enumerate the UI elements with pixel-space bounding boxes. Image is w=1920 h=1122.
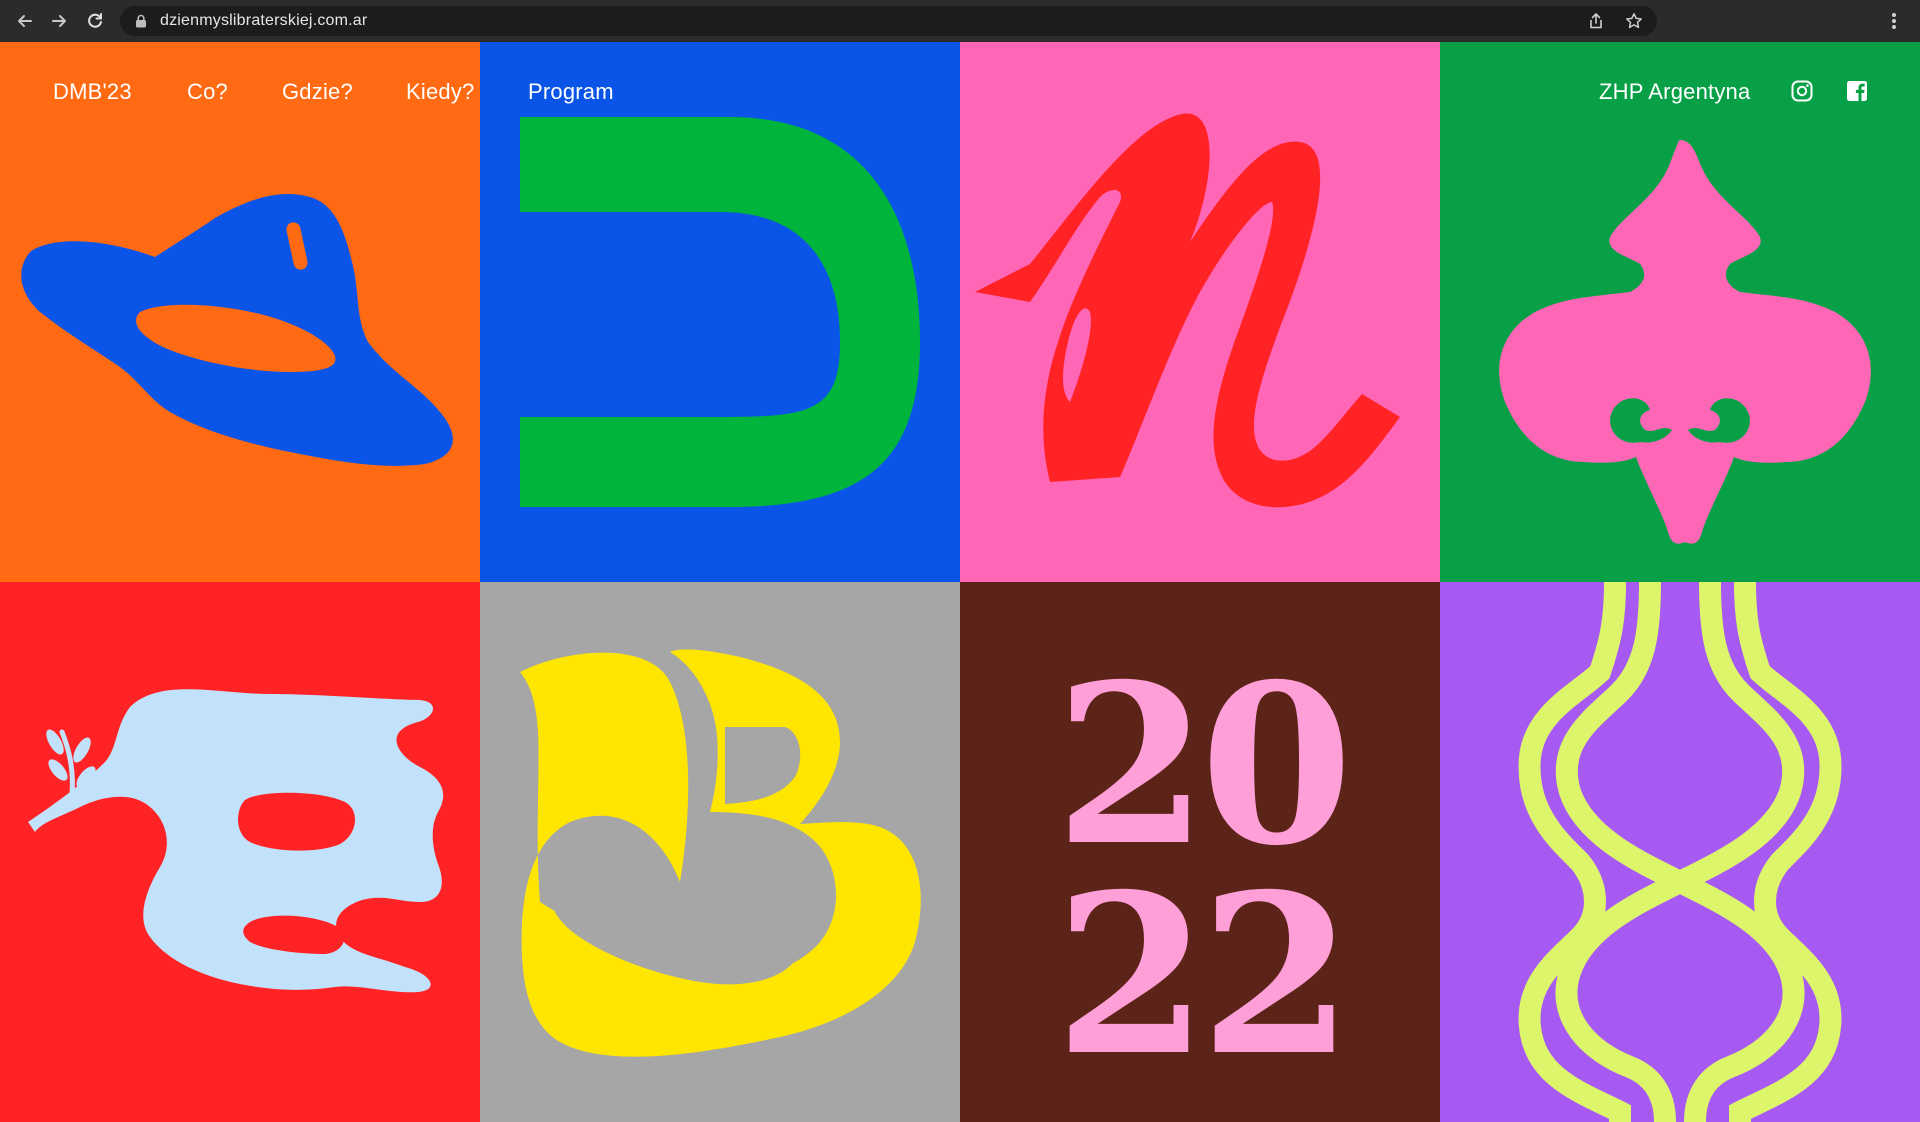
nav-link-what[interactable]: Co? bbox=[187, 79, 228, 105]
tile-dove bbox=[0, 582, 480, 1122]
instagram-icon[interactable] bbox=[1790, 79, 1814, 103]
scout-hat-icon bbox=[21, 193, 453, 466]
star-icon[interactable] bbox=[1625, 12, 1643, 30]
arrow-right-icon[interactable] bbox=[44, 6, 74, 36]
poster-grid: 20 22 bbox=[0, 42, 1920, 1122]
square-knot-icon bbox=[1518, 582, 1842, 1122]
letter-m-glyph bbox=[975, 113, 1400, 508]
year-line-2: 22 bbox=[1055, 845, 1345, 1104]
nav-link-program[interactable]: Program bbox=[528, 79, 614, 105]
facebook-icon[interactable] bbox=[1845, 79, 1869, 103]
kebab-menu-icon[interactable] bbox=[1884, 10, 1904, 32]
tile-scout-hat bbox=[0, 42, 480, 582]
share-icon[interactable] bbox=[1587, 12, 1605, 30]
tile-letter-d bbox=[480, 42, 960, 582]
reload-icon[interactable] bbox=[80, 6, 110, 36]
letter-b-glyph bbox=[520, 649, 921, 1057]
nav-link-when[interactable]: Kiedy? bbox=[406, 79, 474, 105]
nav-link-zhp-argentyna[interactable]: ZHP Argentyna bbox=[1599, 79, 1750, 105]
tile-fleur-de-lis bbox=[1440, 42, 1920, 582]
nav-link-home[interactable]: DMB'23 bbox=[53, 79, 132, 105]
nav-link-where[interactable]: Gdzie? bbox=[282, 79, 353, 105]
browser-toolbar: dzienmyslibraterskiej.com.ar bbox=[0, 0, 1920, 42]
tile-letter-m bbox=[960, 42, 1440, 582]
letter-d-glyph bbox=[520, 117, 920, 507]
fleur-de-lis-icon bbox=[1499, 140, 1871, 544]
lock-icon bbox=[136, 14, 146, 28]
arrow-left-icon[interactable] bbox=[10, 6, 40, 36]
year-glyphs: 20 22 bbox=[1055, 635, 1353, 1104]
dove-icon bbox=[28, 689, 444, 993]
tile-letter-b bbox=[480, 582, 960, 1122]
address-bar[interactable]: dzienmyslibraterskiej.com.ar bbox=[120, 6, 1657, 36]
tile-year: 20 22 bbox=[960, 582, 1440, 1122]
url-text: dzienmyslibraterskiej.com.ar bbox=[160, 12, 368, 29]
tile-square-knot bbox=[1440, 582, 1920, 1122]
